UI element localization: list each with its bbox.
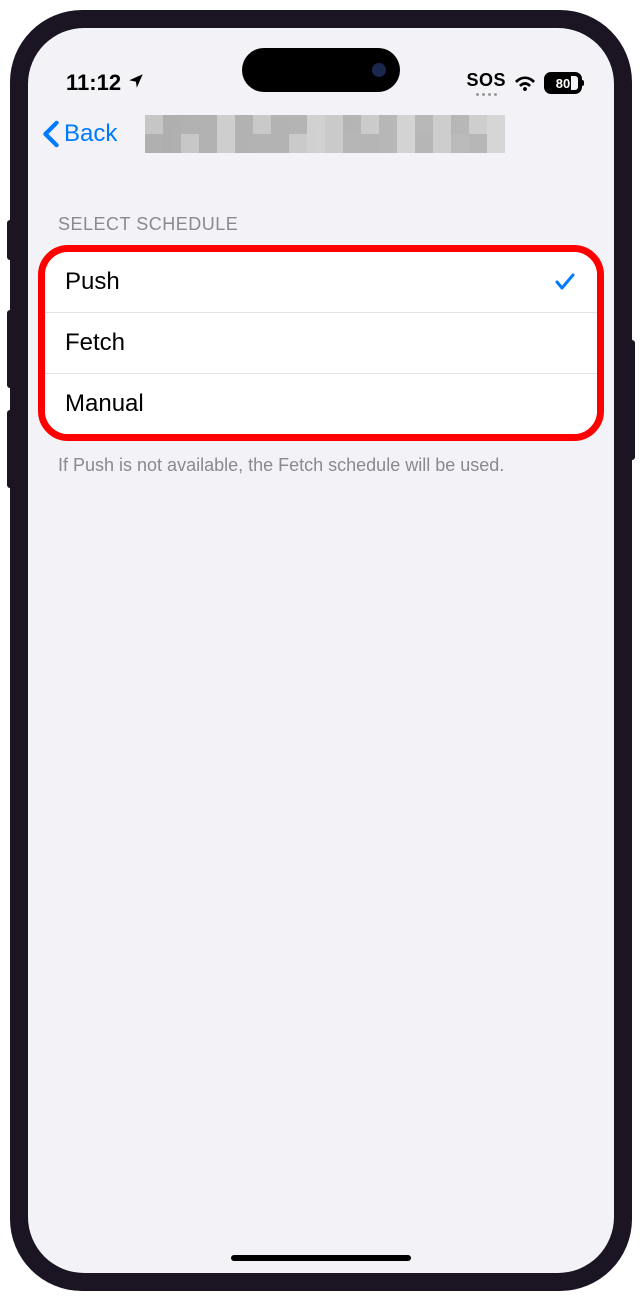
location-icon <box>127 70 145 96</box>
dynamic-island <box>242 48 400 92</box>
option-label: Push <box>65 268 120 296</box>
power-button <box>629 340 635 460</box>
back-label: Back <box>64 120 117 148</box>
battery-icon: 80 <box>544 72 582 94</box>
option-push[interactable]: Push <box>45 252 597 312</box>
schedule-options-list: Push Fetch Manual <box>45 252 597 434</box>
option-label: Manual <box>65 390 144 418</box>
phone-frame: 11:12 SOS 80 <box>10 10 632 1291</box>
screen: 11:12 SOS 80 <box>28 28 614 1273</box>
wifi-icon <box>513 73 537 93</box>
navigation-bar: Back <box>28 102 614 166</box>
section-header: SELECT SCHEDULE <box>28 214 614 245</box>
content: SELECT SCHEDULE Push Fetch Manual <box>28 166 614 490</box>
chevron-left-icon <box>42 120 60 148</box>
checkmark-icon <box>553 270 577 294</box>
status-right: SOS 80 <box>466 70 582 96</box>
page-title-redacted <box>145 115 505 153</box>
status-time: 11:12 <box>66 70 121 96</box>
volume-down-button <box>7 410 13 488</box>
highlight-annotation: Push Fetch Manual <box>38 245 604 441</box>
option-manual[interactable]: Manual <box>45 373 597 434</box>
front-camera-icon <box>372 63 386 77</box>
home-indicator[interactable] <box>231 1255 411 1261</box>
back-button[interactable]: Back <box>42 120 117 148</box>
mute-switch <box>7 220 13 260</box>
option-fetch[interactable]: Fetch <box>45 312 597 373</box>
option-label: Fetch <box>65 329 125 357</box>
sos-indicator: SOS <box>466 70 506 96</box>
status-left: 11:12 <box>66 70 145 96</box>
section-footer: If Push is not available, the Fetch sche… <box>28 441 614 490</box>
volume-up-button <box>7 310 13 388</box>
